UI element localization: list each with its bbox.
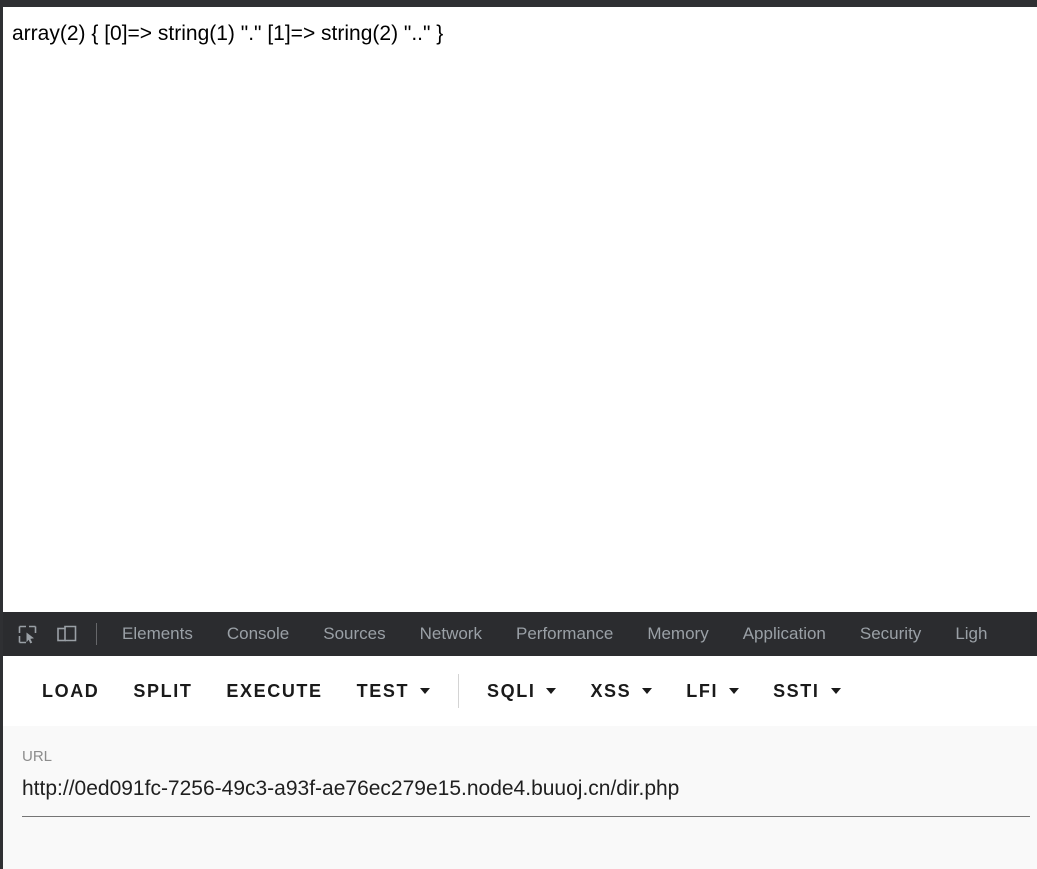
execute-button-label: EXECUTE xyxy=(226,680,323,701)
lfi-dropdown-button[interactable]: LFI xyxy=(669,671,756,711)
chevron-down-icon xyxy=(729,688,740,694)
inspect-element-icon[interactable] xyxy=(11,619,43,649)
device-toolbar-icon[interactable] xyxy=(51,619,83,649)
sqli-dropdown-label: SQLI xyxy=(487,680,536,701)
extension-toolbar: LOAD SPLIT EXECUTE TEST SQLI XSS LFI SST… xyxy=(3,656,1037,726)
tab-performance[interactable]: Performance xyxy=(499,612,630,656)
test-dropdown-label: TEST xyxy=(356,680,410,701)
tab-console[interactable]: Console xyxy=(210,612,306,656)
php-var-dump-output: array(2) { [0]=> string(1) "." [1]=> str… xyxy=(12,22,444,45)
sqli-dropdown-button[interactable]: SQLI xyxy=(470,671,573,711)
chevron-down-icon xyxy=(420,688,431,694)
page-viewport: array(2) { [0]=> string(1) "." [1]=> str… xyxy=(3,7,1037,612)
url-input[interactable]: http://0ed091fc-7256-49c3-a93f-ae76ec279… xyxy=(22,776,1030,802)
tab-sources[interactable]: Sources xyxy=(306,612,402,656)
tab-application[interactable]: Application xyxy=(726,612,843,656)
window-left-edge xyxy=(0,0,3,869)
split-button-label: SPLIT xyxy=(133,680,193,701)
test-dropdown-button[interactable]: TEST xyxy=(340,671,447,711)
xss-dropdown-button[interactable]: XSS xyxy=(573,671,669,711)
devtools-tabbar: Elements Console Sources Network Perform… xyxy=(3,612,1037,656)
devtools-icon-divider xyxy=(96,623,97,645)
lfi-dropdown-label: LFI xyxy=(686,680,719,701)
load-button-label: LOAD xyxy=(42,680,100,701)
tab-elements[interactable]: Elements xyxy=(105,612,210,656)
url-input-underline xyxy=(22,816,1030,817)
window-top-edge xyxy=(0,0,1037,7)
tab-security[interactable]: Security xyxy=(843,612,938,656)
url-field[interactable]: URL http://0ed091fc-7256-49c3-a93f-ae76e… xyxy=(22,748,1030,802)
load-button[interactable]: LOAD xyxy=(25,671,116,711)
chevron-down-icon xyxy=(642,688,653,694)
execute-button[interactable]: EXECUTE xyxy=(209,671,339,711)
chevron-down-icon xyxy=(546,688,557,694)
split-button[interactable]: SPLIT xyxy=(116,671,209,711)
url-field-label: URL xyxy=(22,748,53,765)
chevron-down-icon xyxy=(830,688,841,694)
xss-dropdown-label: XSS xyxy=(590,680,632,701)
ssti-dropdown-label: SSTI xyxy=(773,680,820,701)
tab-memory[interactable]: Memory xyxy=(630,612,725,656)
toolbar-divider xyxy=(458,674,460,708)
tab-network[interactable]: Network xyxy=(403,612,499,656)
url-panel: URL http://0ed091fc-7256-49c3-a93f-ae76e… xyxy=(3,726,1037,869)
ssti-dropdown-button[interactable]: SSTI xyxy=(756,671,857,711)
tab-lighthouse[interactable]: Ligh xyxy=(938,612,1004,656)
